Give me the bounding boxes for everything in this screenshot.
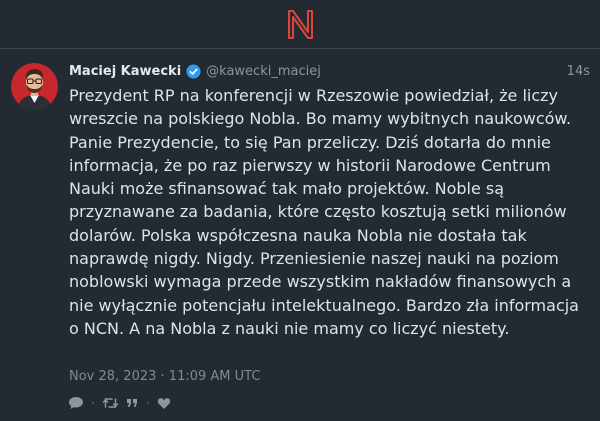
- post-actions: · ·: [68, 395, 177, 411]
- header-divider: [0, 48, 600, 49]
- action-separator: ·: [145, 396, 150, 410]
- post-header: Maciej Kawecki @kawecki_maciej 14s: [69, 61, 590, 81]
- retweet-icon[interactable]: [102, 396, 119, 410]
- avatar[interactable]: [11, 63, 58, 110]
- author-handle[interactable]: @kawecki_maciej: [206, 64, 321, 79]
- post-date[interactable]: Nov 28, 2023 · 11:09 AM UTC: [69, 369, 260, 384]
- post-time-ago[interactable]: 14s: [567, 64, 590, 79]
- comment-icon[interactable]: [68, 396, 84, 410]
- author-name[interactable]: Maciej Kawecki: [69, 64, 181, 79]
- action-separator: ·: [91, 396, 95, 410]
- n-logo-icon[interactable]: [286, 8, 315, 41]
- post-text: Prezydent RP na konferencji w Rzeszowie …: [69, 86, 579, 338]
- verified-badge-icon: [186, 63, 201, 79]
- heart-icon[interactable]: [157, 397, 171, 410]
- quote-icon[interactable]: [125, 397, 139, 410]
